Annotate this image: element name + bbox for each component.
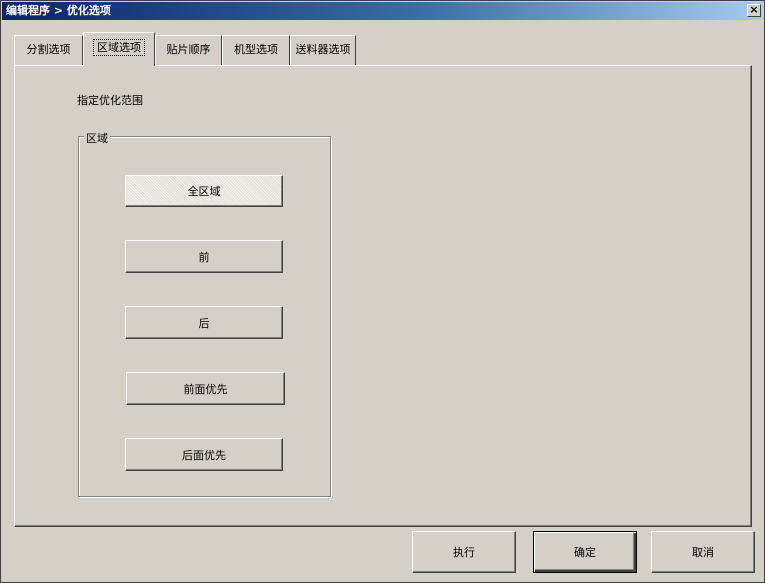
close-icon: × [749,3,759,16]
rear-button[interactable]: 后 [125,306,283,339]
front-priority-button[interactable]: 前面优先 [126,372,285,405]
dialog-window: 编辑程序 > 优化选项 × 分割选项 区域选项 贴片顺序 机型选项 送料器选项 … [0,0,765,583]
rear-priority-button[interactable]: 后面优先 [125,438,283,471]
cancel-button[interactable]: 取消 [651,531,755,573]
execute-button[interactable]: 执行 [412,531,516,573]
tab-panel-area-options: 指定优化范围 区域 全区域 前 后 前面优先 后面优先 [14,65,752,527]
area-group-title: 区域 [84,130,110,146]
front-button[interactable]: 前 [125,240,283,273]
window-title: 编辑程序 > 优化选项 [6,4,111,17]
tab-label: 贴片顺序 [166,43,211,56]
optimization-range-label: 指定优化范围 [77,94,143,107]
all-area-button[interactable]: 全区域 [125,175,283,207]
tab-label: 送料器选项 [295,43,351,56]
tab-feeder-options[interactable]: 送料器选项 [290,35,356,65]
tab-label: 机型选项 [234,43,278,56]
tab-area-options[interactable]: 区域选项 [83,32,155,66]
area-groupbox: 区域 全区域 前 后 前面优先 后面优先 [78,130,331,497]
tab-machine-options[interactable]: 机型选项 [222,35,290,65]
tab-label: 区域选项 [93,39,145,56]
title-bar[interactable]: 编辑程序 > 优化选项 × [2,2,763,20]
close-button[interactable]: × [747,4,761,17]
tab-split-options[interactable]: 分割选项 [14,35,83,65]
tab-placement-order[interactable]: 贴片顺序 [155,35,222,65]
ok-button[interactable]: 确定 [533,531,637,573]
tab-label: 分割选项 [26,43,71,56]
